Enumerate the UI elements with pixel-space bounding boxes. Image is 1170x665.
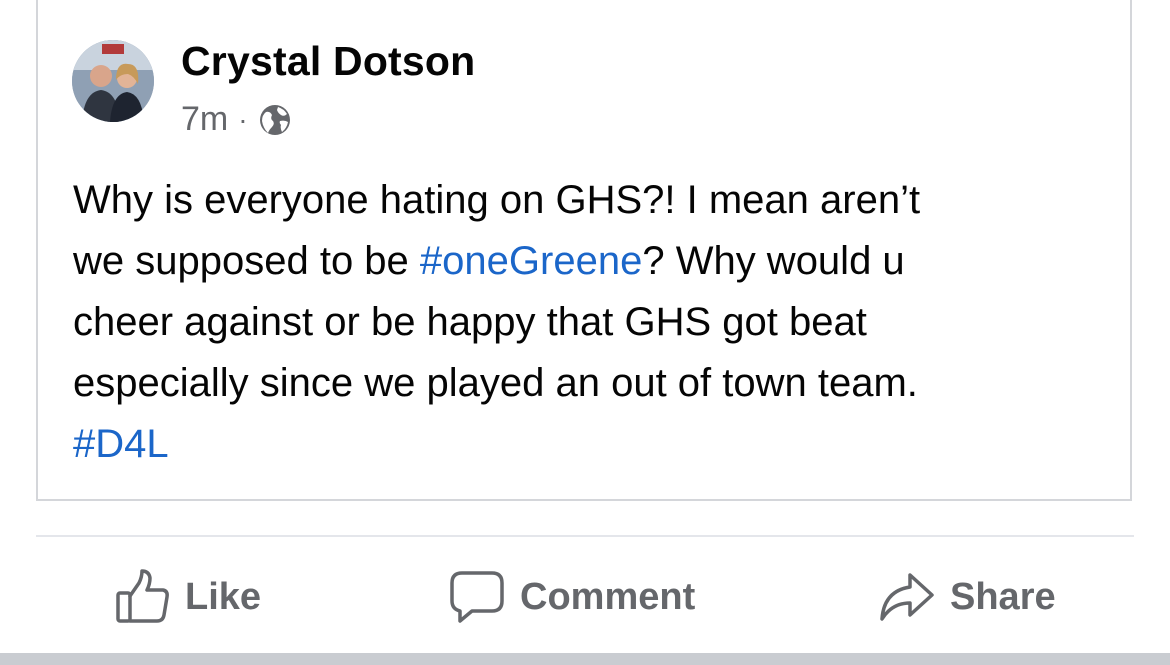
avatar-photo <box>72 40 154 122</box>
post-text-line: Why is everyone hating on GHS?! I mean a… <box>73 178 921 222</box>
hashtag-link-onegreene[interactable]: #oneGreene <box>420 239 642 283</box>
author-name[interactable]: Crystal Dotson <box>181 38 475 85</box>
post-text-segment: ? Why would u <box>642 239 905 283</box>
thumbs-up-icon <box>113 569 171 625</box>
share-arrow-icon <box>878 569 936 625</box>
comment-button[interactable]: Comment <box>448 565 695 629</box>
share-label: Share <box>950 575 1056 618</box>
post-text-segment: we supposed to be <box>73 239 420 283</box>
comment-label: Comment <box>520 575 696 618</box>
post-text-line: cheer against or be happy that GHS got b… <box>73 300 867 344</box>
post-text-line: we supposed to be #oneGreene? Why would … <box>73 231 1113 292</box>
avatar[interactable] <box>72 40 154 122</box>
post-text-line: especially since we played an out of tow… <box>73 361 918 405</box>
globe-icon[interactable] <box>258 103 292 137</box>
speech-bubble-icon <box>448 569 506 625</box>
post-meta: 7m · <box>181 100 292 139</box>
share-button[interactable]: Share <box>878 565 1056 629</box>
bottom-separator-bar <box>0 653 1170 665</box>
post-text: Why is everyone hating on GHS?! I mean a… <box>73 170 1113 475</box>
meta-separator: · <box>238 103 248 135</box>
like-label: Like <box>185 575 262 618</box>
actions-divider <box>36 535 1134 537</box>
hashtag-link-d4l[interactable]: #D4L <box>73 414 1113 475</box>
post-timestamp[interactable]: 7m <box>181 100 228 139</box>
like-button[interactable]: Like <box>113 565 261 629</box>
